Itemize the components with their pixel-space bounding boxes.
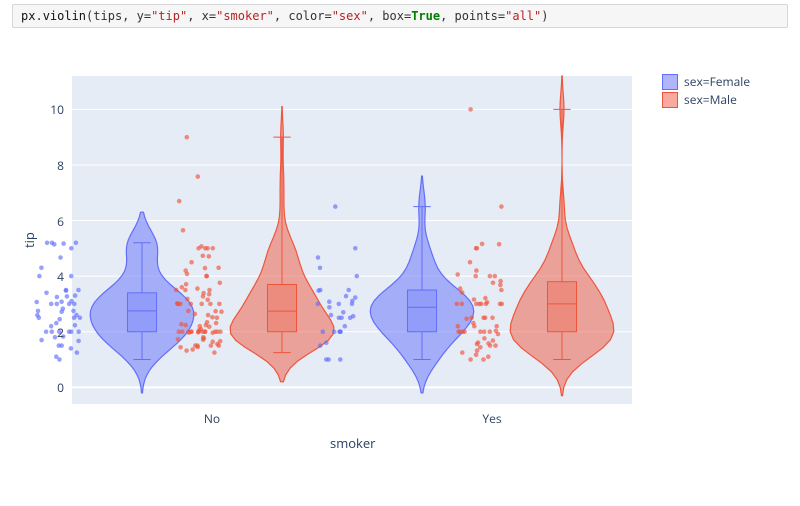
plot-svg[interactable] <box>12 70 662 450</box>
x-axis-title: smoker <box>330 434 376 452</box>
y-tick-label: 6 <box>34 213 64 230</box>
y-tick-label: 8 <box>34 157 64 174</box>
code-text: px.violin(tips, y="tip", x="smoker", col… <box>21 9 548 23</box>
x-tick-label: Yes <box>482 410 501 427</box>
code-cell: px.violin(tips, y="tip", x="smoker", col… <box>12 4 788 28</box>
plotly-figure[interactable]: tip smoker 0 2 4 6 8 10 No Yes sex=Female sex=M… <box>12 70 788 490</box>
legend-item-male[interactable]: sex=Male <box>662 92 750 108</box>
y-tick-label: 4 <box>34 268 64 285</box>
y-axis-title: tip <box>20 232 38 248</box>
legend: sex=Female sex=Male <box>662 70 750 490</box>
y-tick-label: 2 <box>34 324 64 341</box>
legend-swatch-icon <box>662 74 678 90</box>
x-tick-label: No <box>204 410 220 427</box>
plot-panel: tip smoker 0 2 4 6 8 10 No Yes <box>12 70 662 490</box>
legend-label: sex=Male <box>684 92 737 108</box>
legend-swatch-icon <box>662 92 678 108</box>
y-tick-label: 0 <box>34 379 64 396</box>
y-tick-label: 10 <box>34 101 64 118</box>
legend-item-female[interactable]: sex=Female <box>662 74 750 90</box>
legend-label: sex=Female <box>684 74 750 90</box>
